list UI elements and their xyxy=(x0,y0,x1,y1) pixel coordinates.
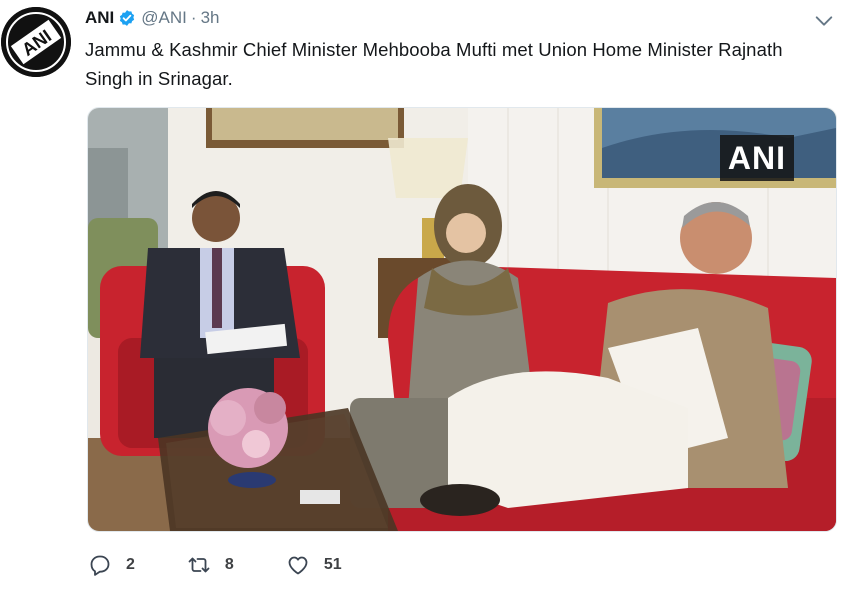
tweet-text: Jammu & Kashmir Chief Minister Mehbooba … xyxy=(85,39,783,89)
reply-icon xyxy=(88,553,112,577)
tweet-actions: 2 8 51 xyxy=(88,551,394,579)
retweet-count: 8 xyxy=(224,556,234,573)
heart-icon xyxy=(286,553,310,577)
author-name[interactable]: ANI xyxy=(85,8,114,28)
like-button[interactable]: 51 xyxy=(286,553,342,577)
separator-dot: · xyxy=(190,8,197,27)
chevron-down-icon[interactable] xyxy=(813,10,835,32)
timestamp[interactable]: 3h xyxy=(201,8,220,28)
tweet-photo[interactable]: ANI xyxy=(87,107,837,532)
ani-watermark: ANI xyxy=(719,135,794,181)
reply-button[interactable]: 2 xyxy=(88,553,135,577)
verified-badge-icon xyxy=(118,9,136,27)
tweet-card[interactable]: ANI ANI @ANI · 3h Jammu & Kashmir Chief … xyxy=(0,0,850,598)
ani-logo-icon: ANI xyxy=(1,7,71,77)
like-count: 51 xyxy=(323,556,342,573)
retweet-icon xyxy=(187,553,211,577)
tweet-header: ANI @ANI · 3h xyxy=(85,6,219,30)
retweet-button[interactable]: 8 xyxy=(187,553,234,577)
reply-count: 2 xyxy=(126,556,135,573)
author-handle[interactable]: @ANI xyxy=(141,8,187,28)
avatar[interactable]: ANI xyxy=(1,7,71,77)
